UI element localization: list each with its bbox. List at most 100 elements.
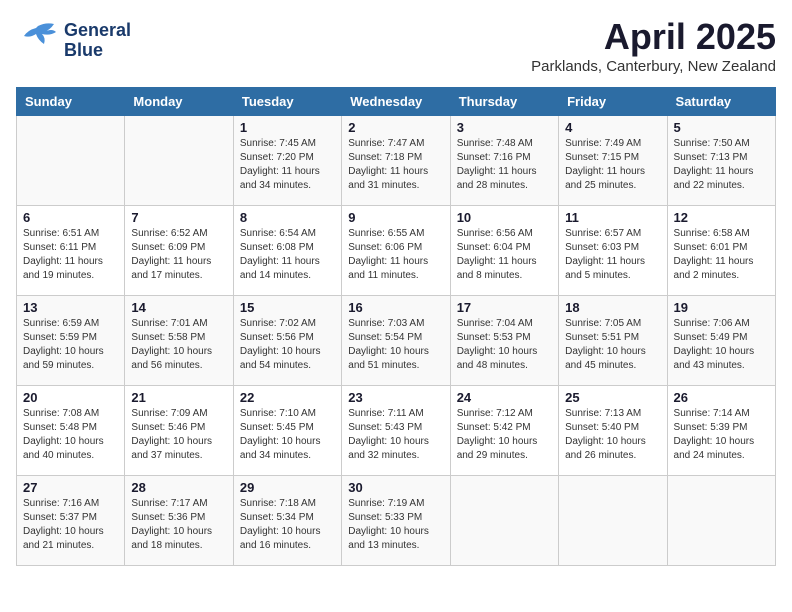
calendar-day-10: 10Sunrise: 6:56 AM Sunset: 6:04 PM Dayli…	[450, 206, 558, 296]
calendar-day-28: 28 Sunrise: 7:17 AM Sunset: 5:36 PM Dayli…	[125, 476, 233, 566]
day-info: Sunrise: 7:18 AM Sunset: 5:34 PM Dayligh…	[240, 497, 335, 553]
day-number: 4	[565, 120, 660, 135]
day-number: 28	[131, 480, 226, 495]
calendar-day-11: 11 Sunrise: 6:57 AM Sunset: 6:03 PM Dayli…	[559, 206, 667, 296]
day-info: Sunrise: 7:17 AM Sunset: 5:36 PM Dayligh…	[131, 497, 226, 553]
calendar-day-4: 4 Sunrise: 7:49 AM Sunset: 7:15 PM Daylig…	[559, 116, 667, 206]
day-number: 14	[131, 300, 226, 315]
day-info: Sunrise: 6:58 AM Sunset: 6:01 PM Dayligh…	[674, 227, 769, 283]
day-info: Sunrise: 7:48 AM Sunset: 7:16 PM Dayligh…	[457, 137, 552, 193]
day-info: Sunrise: 7:19 AM Sunset: 5:33 PM Dayligh…	[348, 497, 443, 553]
day-number: 19	[674, 300, 769, 315]
calendar-day-2: 2 Sunrise: 7:47 AM Sunset: 7:18 PM Daylig…	[342, 116, 450, 206]
day-info: Sunrise: 6:59 AM Sunset: 5:59 PM Dayligh…	[23, 317, 118, 373]
calendar-day-18: 18 Sunrise: 7:05 AM Sunset: 5:51 PM Dayli…	[559, 296, 667, 386]
calendar-day-21: 21 Sunrise: 7:09 AM Sunset: 5:46 PM Dayli…	[125, 386, 233, 476]
day-number: 1	[240, 120, 335, 135]
logo: General Blue	[16, 16, 131, 65]
day-number: 17	[457, 300, 552, 315]
day-info: Sunrise: 6:51 AM Sunset: 6:11 PM Dayligh…	[23, 227, 118, 283]
day-number: 22	[240, 390, 335, 405]
day-number: 6	[23, 210, 118, 225]
day-info: Sunrise: 7:04 AM Sunset: 5:53 PM Dayligh…	[457, 317, 552, 373]
day-number: 21	[131, 390, 226, 405]
day-number: 5	[674, 120, 769, 135]
day-info: Sunrise: 7:08 AM Sunset: 5:48 PM Dayligh…	[23, 407, 118, 463]
day-number: 23	[348, 390, 443, 405]
calendar-week-row: 6 Sunrise: 6:51 AM Sunset: 6:11 PM Daylig…	[17, 206, 776, 296]
day-number: 2	[348, 120, 443, 135]
calendar-day-7: 7Sunrise: 6:52 AM Sunset: 6:09 PM Daylig…	[125, 206, 233, 296]
day-info: Sunrise: 7:13 AM Sunset: 5:40 PM Dayligh…	[565, 407, 660, 463]
calendar-day-20: 20 Sunrise: 7:08 AM Sunset: 5:48 PM Dayli…	[17, 386, 125, 476]
day-info: Sunrise: 7:45 AM Sunset: 7:20 PM Dayligh…	[240, 137, 335, 193]
calendar-day-30: 30 Sunrise: 7:19 AM Sunset: 5:33 PM Dayli…	[342, 476, 450, 566]
calendar-day-empty	[17, 116, 125, 206]
month-title: April 2025	[531, 16, 776, 58]
day-number: 12	[674, 210, 769, 225]
calendar-day-3: 3 Sunrise: 7:48 AM Sunset: 7:16 PM Daylig…	[450, 116, 558, 206]
day-info: Sunrise: 7:49 AM Sunset: 7:15 PM Dayligh…	[565, 137, 660, 193]
day-number: 25	[565, 390, 660, 405]
day-header-monday: Monday	[125, 88, 233, 116]
calendar-day-16: 16Sunrise: 7:03 AM Sunset: 5:54 PM Dayli…	[342, 296, 450, 386]
day-info: Sunrise: 6:55 AM Sunset: 6:06 PM Dayligh…	[348, 227, 443, 283]
day-info: Sunrise: 7:01 AM Sunset: 5:58 PM Dayligh…	[131, 317, 226, 373]
title-block: April 2025 Parklands, Canterbury, New Ze…	[531, 16, 776, 75]
location: Parklands, Canterbury, New Zealand	[531, 58, 776, 75]
calendar-week-row: 20 Sunrise: 7:08 AM Sunset: 5:48 PM Dayli…	[17, 386, 776, 476]
day-info: Sunrise: 6:56 AM Sunset: 6:04 PM Dayligh…	[457, 227, 552, 283]
calendar-day-empty	[450, 476, 558, 566]
day-info: Sunrise: 7:02 AM Sunset: 5:56 PM Dayligh…	[240, 317, 335, 373]
calendar-day-15: 15Sunrise: 7:02 AM Sunset: 5:56 PM Dayli…	[233, 296, 341, 386]
page-header: General Blue April 2025 Parklands, Cante…	[16, 16, 776, 75]
day-info: Sunrise: 7:05 AM Sunset: 5:51 PM Dayligh…	[565, 317, 660, 373]
calendar-day-14: 14 Sunrise: 7:01 AM Sunset: 5:58 PM Dayli…	[125, 296, 233, 386]
day-header-tuesday: Tuesday	[233, 88, 341, 116]
calendar-day-empty	[125, 116, 233, 206]
calendar-day-13: 13 Sunrise: 6:59 AM Sunset: 5:59 PM Dayli…	[17, 296, 125, 386]
day-info: Sunrise: 7:47 AM Sunset: 7:18 PM Dayligh…	[348, 137, 443, 193]
day-number: 24	[457, 390, 552, 405]
day-info: Sunrise: 7:06 AM Sunset: 5:49 PM Dayligh…	[674, 317, 769, 373]
day-info: Sunrise: 6:57 AM Sunset: 6:03 PM Dayligh…	[565, 227, 660, 283]
day-header-sunday: Sunday	[17, 88, 125, 116]
day-info: Sunrise: 7:16 AM Sunset: 5:37 PM Dayligh…	[23, 497, 118, 553]
day-info: Sunrise: 7:12 AM Sunset: 5:42 PM Dayligh…	[457, 407, 552, 463]
calendar-day-27: 27 Sunrise: 7:16 AM Sunset: 5:37 PM Dayli…	[17, 476, 125, 566]
calendar-week-row: 13 Sunrise: 6:59 AM Sunset: 5:59 PM Dayli…	[17, 296, 776, 386]
day-number: 11	[565, 210, 660, 225]
calendar-day-empty	[559, 476, 667, 566]
day-info: Sunrise: 7:09 AM Sunset: 5:46 PM Dayligh…	[131, 407, 226, 463]
calendar-day-6: 6 Sunrise: 6:51 AM Sunset: 6:11 PM Daylig…	[17, 206, 125, 296]
day-number: 7	[131, 210, 226, 225]
calendar-table: SundayMondayTuesdayWednesdayThursdayFrid…	[16, 87, 776, 566]
calendar-day-24: 24 Sunrise: 7:12 AM Sunset: 5:42 PM Dayli…	[450, 386, 558, 476]
day-number: 9	[348, 210, 443, 225]
calendar-day-23: 23 Sunrise: 7:11 AM Sunset: 5:43 PM Dayli…	[342, 386, 450, 476]
day-number: 30	[348, 480, 443, 495]
day-number: 27	[23, 480, 118, 495]
day-number: 3	[457, 120, 552, 135]
logo-icon	[16, 16, 60, 60]
calendar-day-5: 5Sunrise: 7:50 AM Sunset: 7:13 PM Daylig…	[667, 116, 775, 206]
calendar-day-12: 12 Sunrise: 6:58 AM Sunset: 6:01 PM Dayli…	[667, 206, 775, 296]
calendar-day-29: 29Sunrise: 7:18 AM Sunset: 5:34 PM Dayli…	[233, 476, 341, 566]
day-header-saturday: Saturday	[667, 88, 775, 116]
day-number: 16	[348, 300, 443, 315]
calendar-day-9: 9 Sunrise: 6:55 AM Sunset: 6:06 PM Daylig…	[342, 206, 450, 296]
calendar-week-row: 27 Sunrise: 7:16 AM Sunset: 5:37 PM Dayli…	[17, 476, 776, 566]
day-number: 20	[23, 390, 118, 405]
calendar-day-empty	[667, 476, 775, 566]
calendar-day-26: 26 Sunrise: 7:14 AM Sunset: 5:39 PM Dayli…	[667, 386, 775, 476]
day-number: 18	[565, 300, 660, 315]
day-number: 26	[674, 390, 769, 405]
calendar-day-17: 17 Sunrise: 7:04 AM Sunset: 5:53 PM Dayli…	[450, 296, 558, 386]
day-info: Sunrise: 7:11 AM Sunset: 5:43 PM Dayligh…	[348, 407, 443, 463]
day-info: Sunrise: 7:10 AM Sunset: 5:45 PM Dayligh…	[240, 407, 335, 463]
day-info: Sunrise: 6:54 AM Sunset: 6:08 PM Dayligh…	[240, 227, 335, 283]
day-number: 8	[240, 210, 335, 225]
calendar-week-row: 1 Sunrise: 7:45 AM Sunset: 7:20 PM Daylig…	[17, 116, 776, 206]
day-number: 13	[23, 300, 118, 315]
day-info: Sunrise: 7:14 AM Sunset: 5:39 PM Dayligh…	[674, 407, 769, 463]
